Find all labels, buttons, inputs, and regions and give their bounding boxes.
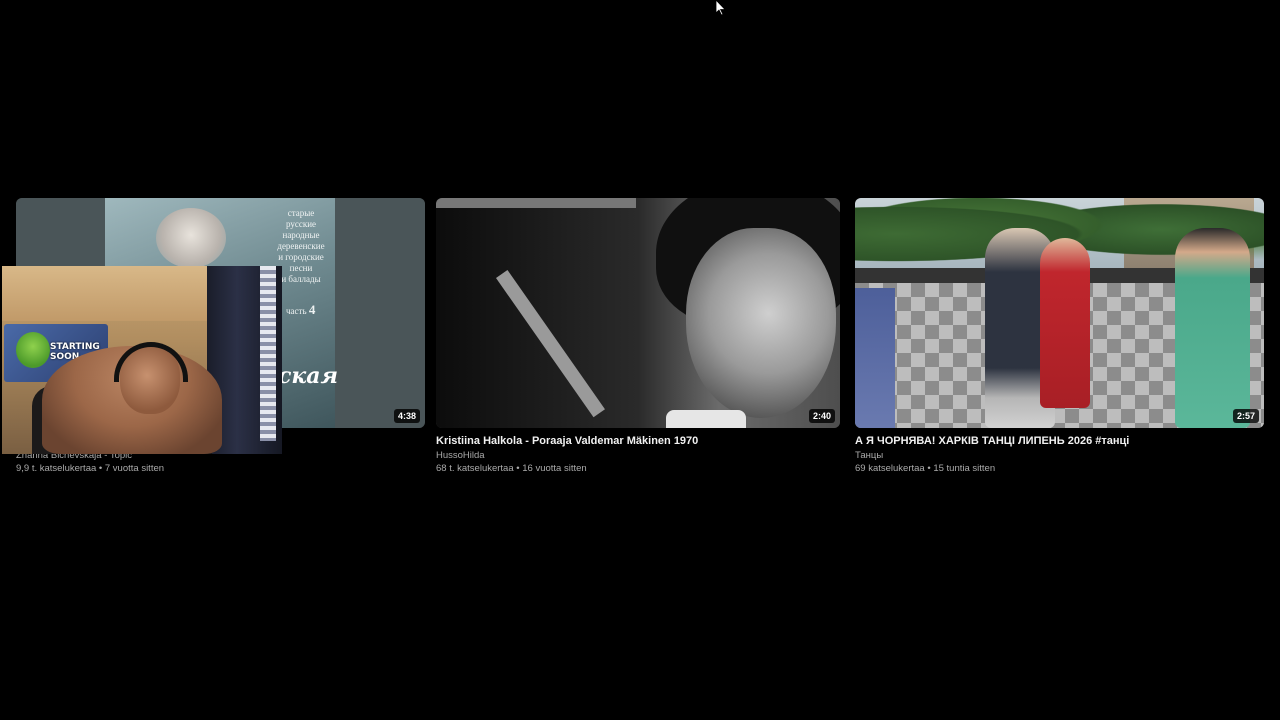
thumbnail-frame xyxy=(436,198,636,208)
video-title[interactable]: А Я ЧОРНЯВА! ХАРКІВ ТАНЦІ ЛИПЕНЬ 2026 #т… xyxy=(855,434,1264,448)
video-stats: 68 t. katselukertaa • 16 vuotta sitten xyxy=(436,463,587,474)
video-meta: Kristiina Halkola - Poraaja Valdemar Mäk… xyxy=(436,428,845,475)
video-duration-badge: 2:40 xyxy=(808,409,835,423)
microphone xyxy=(666,410,746,428)
dancer-left xyxy=(855,288,895,428)
singer-portrait xyxy=(156,208,226,268)
video-duration-badge: 4:38 xyxy=(393,409,420,423)
video-thumbnail[interactable]: 2:57 xyxy=(855,198,1264,428)
mouse-cursor-icon xyxy=(716,0,726,16)
channel-name[interactable]: Танцы xyxy=(855,449,1264,462)
video-card[interactable]: 2:40 Kristiina Halkola - Poraaja Valdema… xyxy=(436,198,845,475)
frog-mascot-icon xyxy=(16,332,50,368)
video-thumbnail[interactable]: 2:40 xyxy=(436,198,840,428)
video-title[interactable]: Kristiina Halkola - Poraaja Valdemar Mäk… xyxy=(436,434,845,448)
curtain-pattern xyxy=(260,266,276,441)
channel-name[interactable]: HussoHilda xyxy=(436,449,845,462)
video-duration-badge: 2:57 xyxy=(1232,409,1259,423)
video-stats: 69 katselukertaa • 15 tuntia sitten xyxy=(855,463,996,474)
album-part-label: часть 4 xyxy=(286,302,316,317)
webcam-overlay: STARTING SOON xyxy=(2,266,282,454)
video-card[interactable]: 2:57 А Я ЧОРНЯВА! ХАРКІВ ТАНЦІ ЛИПЕНЬ 20… xyxy=(855,198,1264,475)
dancer-green-dress xyxy=(1175,228,1250,428)
video-stats: 9,9 t. katselukertaa • 7 vuotta sitten xyxy=(16,463,165,474)
video-meta: А Я ЧОРНЯВА! ХАРКІВ ТАНЦІ ЛИПЕНЬ 2026 #т… xyxy=(855,428,1264,475)
browser-viewport: старые русские народные деревенские и го… xyxy=(0,0,1280,720)
dancer-red-dress xyxy=(1040,238,1090,408)
album-script-title: ская xyxy=(278,363,339,389)
singer-face xyxy=(686,228,836,418)
